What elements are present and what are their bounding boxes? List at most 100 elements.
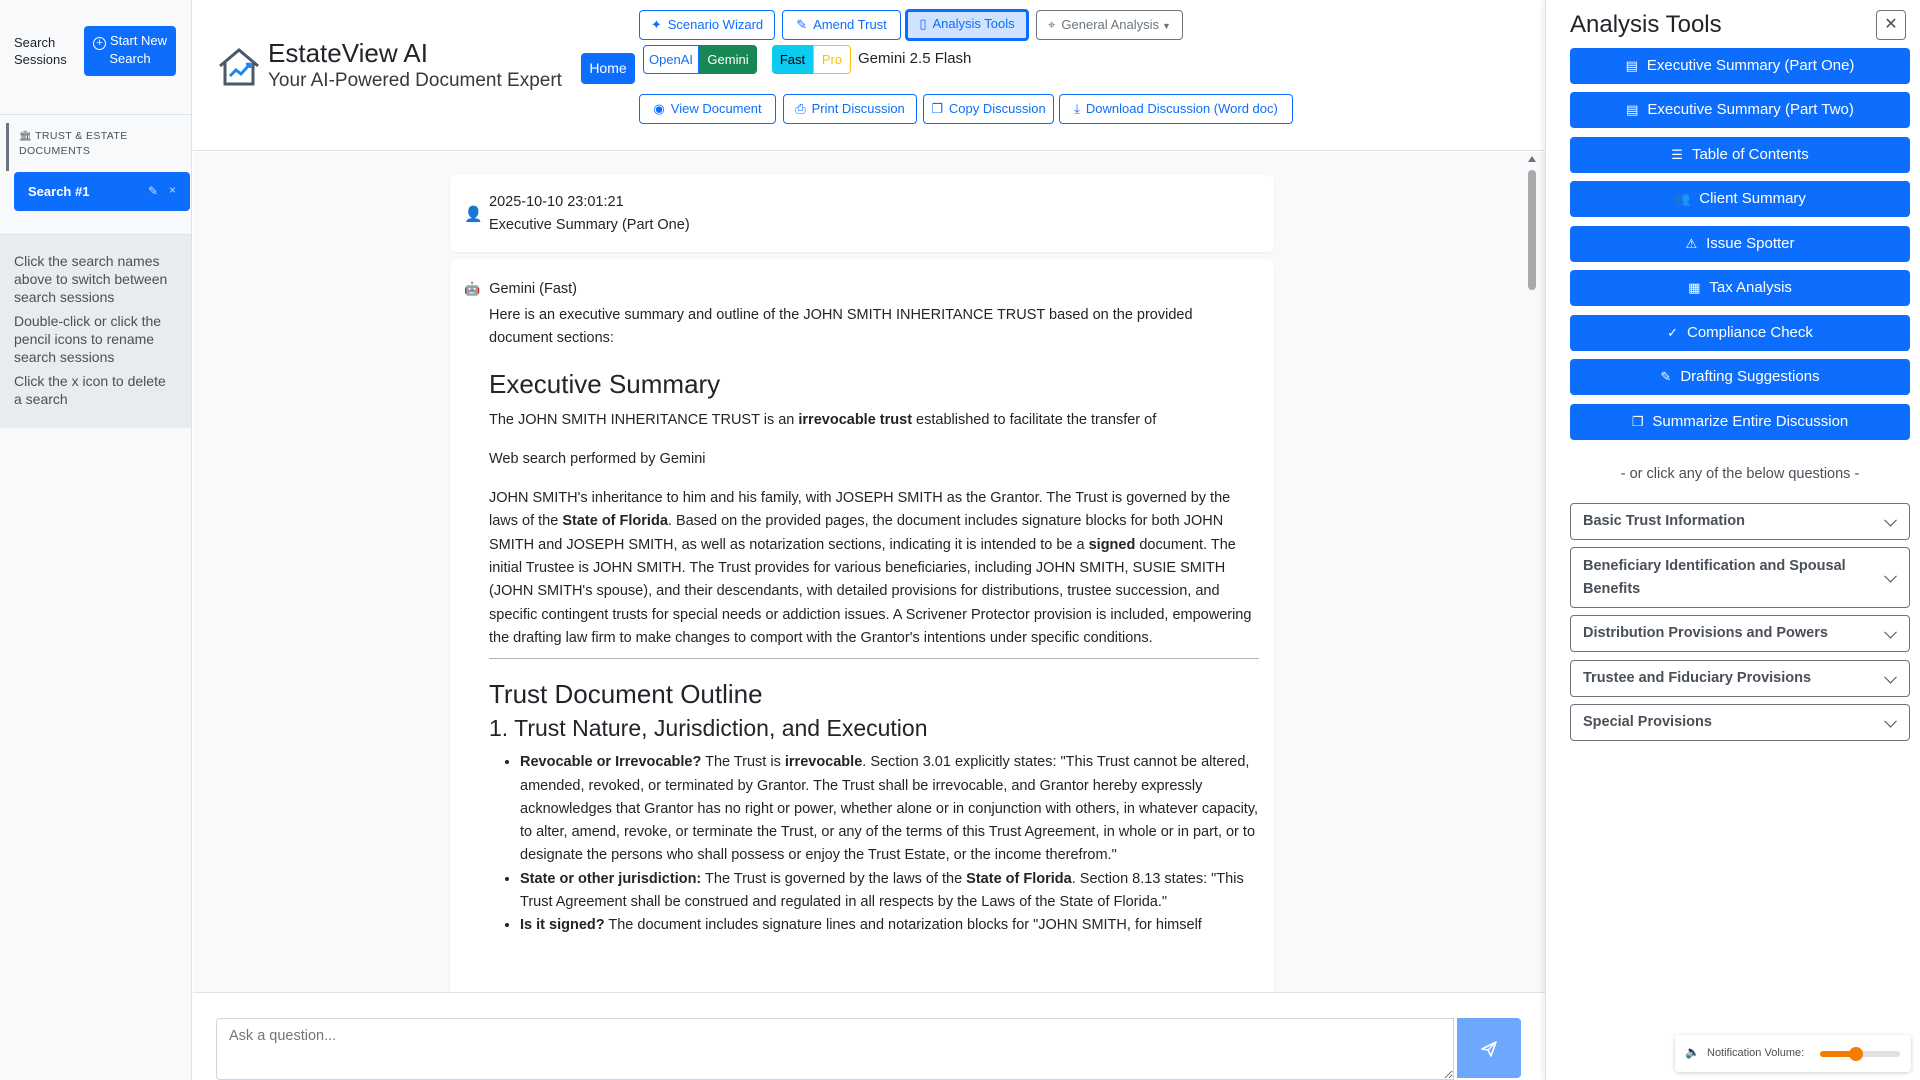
documents-section: 🏛 TRUST & ESTATE DOCUMENTS Search #1 ✎ × bbox=[0, 115, 191, 235]
plus-circle-icon: + bbox=[92, 37, 106, 50]
list-item: State or other jurisdiction: The Trust i… bbox=[520, 868, 1259, 915]
clipboard-icon: ❐ bbox=[931, 101, 943, 116]
summarize-entire-discussion-button[interactable]: ❐ Summarize Entire Discussion bbox=[1570, 404, 1910, 440]
app-header: EstateView AI Your AI-Powered Document E… bbox=[193, 0, 1545, 151]
bold-text: Is it signed? bbox=[520, 917, 605, 934]
accordion-basic-trust-information[interactable]: Basic Trust Information bbox=[1570, 503, 1910, 540]
web-search-note: Web search performed by Gemini bbox=[489, 450, 706, 467]
documents-category-label: 🏛 TRUST & ESTATE DOCUMENTS bbox=[6, 123, 176, 171]
executive-summary-part-one-button[interactable]: ▤ Executive Summary (Part One) bbox=[1570, 48, 1910, 84]
home-button[interactable]: Home bbox=[581, 53, 635, 84]
accordion-label: Beneficiary Identification and Spousal B… bbox=[1583, 557, 1846, 597]
sidebar-help-text: Click the search names above to switch b… bbox=[0, 235, 191, 428]
bank-icon: 🏛 bbox=[19, 131, 33, 142]
message-timestamp: 2025-10-10 23:01:21 bbox=[489, 194, 624, 210]
pencil-icon[interactable]: ✎ bbox=[148, 184, 158, 198]
tool-label: Summarize Entire Discussion bbox=[1652, 413, 1849, 430]
client-summary-button[interactable]: 👥 Client Summary bbox=[1570, 181, 1910, 217]
tool-label: Drafting Suggestions bbox=[1680, 368, 1820, 385]
view-document-button[interactable]: ◉ View Document bbox=[639, 94, 776, 124]
question-input[interactable] bbox=[216, 1018, 1454, 1080]
tool-label: Issue Spotter bbox=[1706, 235, 1795, 252]
bold-text: irrevocable trust bbox=[798, 411, 913, 428]
accordion-trustee-fiduciary-provisions[interactable]: Trustee and Fiduciary Provisions bbox=[1570, 660, 1910, 697]
chat-area[interactable]: 👤 2025-10-10 23:01:21 Executive Summary … bbox=[193, 152, 1545, 992]
close-icon[interactable]: × bbox=[169, 183, 176, 197]
download-discussion-button[interactable]: ⤓ Download Discussion (Word doc) bbox=[1059, 94, 1293, 124]
app-title: EstateView AI bbox=[268, 38, 428, 68]
bold-text: State or other jurisdiction: bbox=[520, 870, 702, 887]
general-analysis-label: General Analysis bbox=[1061, 17, 1159, 32]
text: established to facilitate the transfer o… bbox=[912, 411, 1157, 428]
sidebar-title: Search Sessions bbox=[14, 35, 67, 67]
help-line: Click the x icon to delete a search bbox=[14, 373, 166, 407]
general-analysis-dropdown[interactable]: ⌖ General Analysis ▼ bbox=[1036, 10, 1183, 40]
scenario-wizard-button[interactable]: ✦ Scenario Wizard bbox=[639, 10, 775, 40]
bold-text: signed bbox=[1088, 536, 1136, 553]
pro-toggle[interactable]: Pro bbox=[813, 45, 851, 74]
list-item: Is it signed? The document includes sign… bbox=[520, 914, 1259, 937]
volume-slider-thumb[interactable] bbox=[1849, 1047, 1863, 1061]
help-line: Click the search names above to switch b… bbox=[14, 253, 168, 305]
response-intro: Here is an executive summary and outline… bbox=[489, 307, 1193, 347]
accordion-label: Distribution Provisions and Powers bbox=[1583, 625, 1828, 641]
clipboard-icon: ❐ bbox=[1631, 414, 1644, 429]
chevron-down-icon bbox=[1884, 670, 1897, 684]
issue-spotter-button[interactable]: ⚠ Issue Spotter bbox=[1570, 226, 1910, 262]
sidebar-panel-icon: ▯ bbox=[919, 16, 927, 31]
tool-label: Tax Analysis bbox=[1709, 279, 1792, 296]
analysis-tools-button[interactable]: ▯ Analysis Tools bbox=[905, 9, 1029, 41]
speaker-icon: 🔈 bbox=[1685, 1045, 1700, 1059]
send-icon bbox=[1481, 1041, 1497, 1057]
questions-divider-text: - or click any of the below questions - bbox=[1620, 466, 1860, 482]
assistant-response: 🤖 Gemini (Fast) Here is an executive summ… bbox=[450, 259, 1274, 992]
table-of-contents-button[interactable]: ☰ Table of Contents bbox=[1570, 137, 1910, 173]
bold-text: State of Florida bbox=[966, 870, 1072, 887]
eye-icon: ◉ bbox=[653, 101, 665, 116]
tax-analysis-button[interactable]: ▦ Tax Analysis bbox=[1570, 270, 1910, 306]
chevron-down-icon bbox=[1884, 714, 1897, 728]
analysis-tools-label: Analysis Tools bbox=[932, 16, 1015, 31]
map-pin-icon: ⌖ bbox=[1048, 17, 1056, 32]
send-button[interactable] bbox=[1457, 1018, 1521, 1078]
list-item: Revocable or Irrevocable? The Trust is i… bbox=[520, 751, 1259, 867]
search-session-item[interactable]: Search #1 ✎ × bbox=[14, 172, 190, 211]
drafting-suggestions-button[interactable]: ✎ Drafting Suggestions bbox=[1570, 359, 1910, 395]
bold-text: State of Florida bbox=[562, 513, 668, 530]
people-icon: 👥 bbox=[1674, 191, 1691, 206]
chat-scrollbar[interactable] bbox=[1527, 156, 1537, 986]
tool-label: Client Summary bbox=[1699, 190, 1806, 207]
accordion-beneficiary-identification[interactable]: Beneficiary Identification and Spousal B… bbox=[1570, 547, 1910, 608]
user-circle-icon: 👤 bbox=[464, 206, 483, 223]
copy-discussion-button[interactable]: ❐ Copy Discussion bbox=[923, 94, 1054, 124]
text: The Trust is bbox=[701, 754, 785, 771]
fast-toggle[interactable]: Fast bbox=[772, 45, 813, 74]
gemini-toggle[interactable]: Gemini bbox=[699, 45, 757, 74]
accordion-special-provisions[interactable]: Special Provisions bbox=[1570, 704, 1910, 741]
caret-down-icon: ▼ bbox=[1161, 21, 1171, 31]
search-sessions-sidebar: Search Sessions + Start New Search 🏛 TRUST… bbox=[0, 0, 192, 1080]
print-discussion-button[interactable]: ⎙ Print Discussion bbox=[783, 94, 917, 124]
accordion-distribution-provisions[interactable]: Distribution Provisions and Powers bbox=[1570, 615, 1910, 652]
text: The JOHN SMITH INHERITANCE TRUST is an bbox=[489, 411, 799, 428]
app-subtitle: Your AI-Powered Document Expert bbox=[268, 70, 562, 91]
amend-trust-button[interactable]: ✎ Amend Trust bbox=[782, 10, 901, 40]
scrollbar-thumb[interactable] bbox=[1528, 170, 1536, 290]
tool-label: Executive Summary (Part One) bbox=[1646, 57, 1855, 74]
close-panel-button[interactable]: ✕ bbox=[1876, 10, 1906, 40]
pencil-icon: ✎ bbox=[1660, 369, 1672, 384]
response-model-name: Gemini (Fast) bbox=[489, 281, 578, 297]
paragraph: The JOHN SMITH INHERITANCE TRUST is an i… bbox=[489, 409, 1259, 432]
download-icon: ⤓ bbox=[1074, 101, 1080, 116]
compliance-check-button[interactable]: ✓ Compliance Check bbox=[1570, 315, 1910, 351]
question-input-bar bbox=[193, 992, 1545, 1080]
volume-label: Notification Volume: bbox=[1707, 1047, 1805, 1059]
heading-trust-outline: Trust Document Outline bbox=[489, 679, 763, 710]
start-new-search-button[interactable]: + Start New Search bbox=[84, 26, 176, 76]
executive-summary-part-two-button[interactable]: ▤ Executive Summary (Part Two) bbox=[1570, 92, 1910, 128]
user-message: 👤 2025-10-10 23:01:21 Executive Summary … bbox=[450, 175, 1274, 252]
scroll-up-arrow-icon[interactable] bbox=[1528, 156, 1536, 162]
openai-toggle[interactable]: OpenAI bbox=[643, 45, 699, 74]
printer-icon: ⎙ bbox=[795, 101, 806, 116]
volume-slider[interactable] bbox=[1820, 1047, 1900, 1061]
